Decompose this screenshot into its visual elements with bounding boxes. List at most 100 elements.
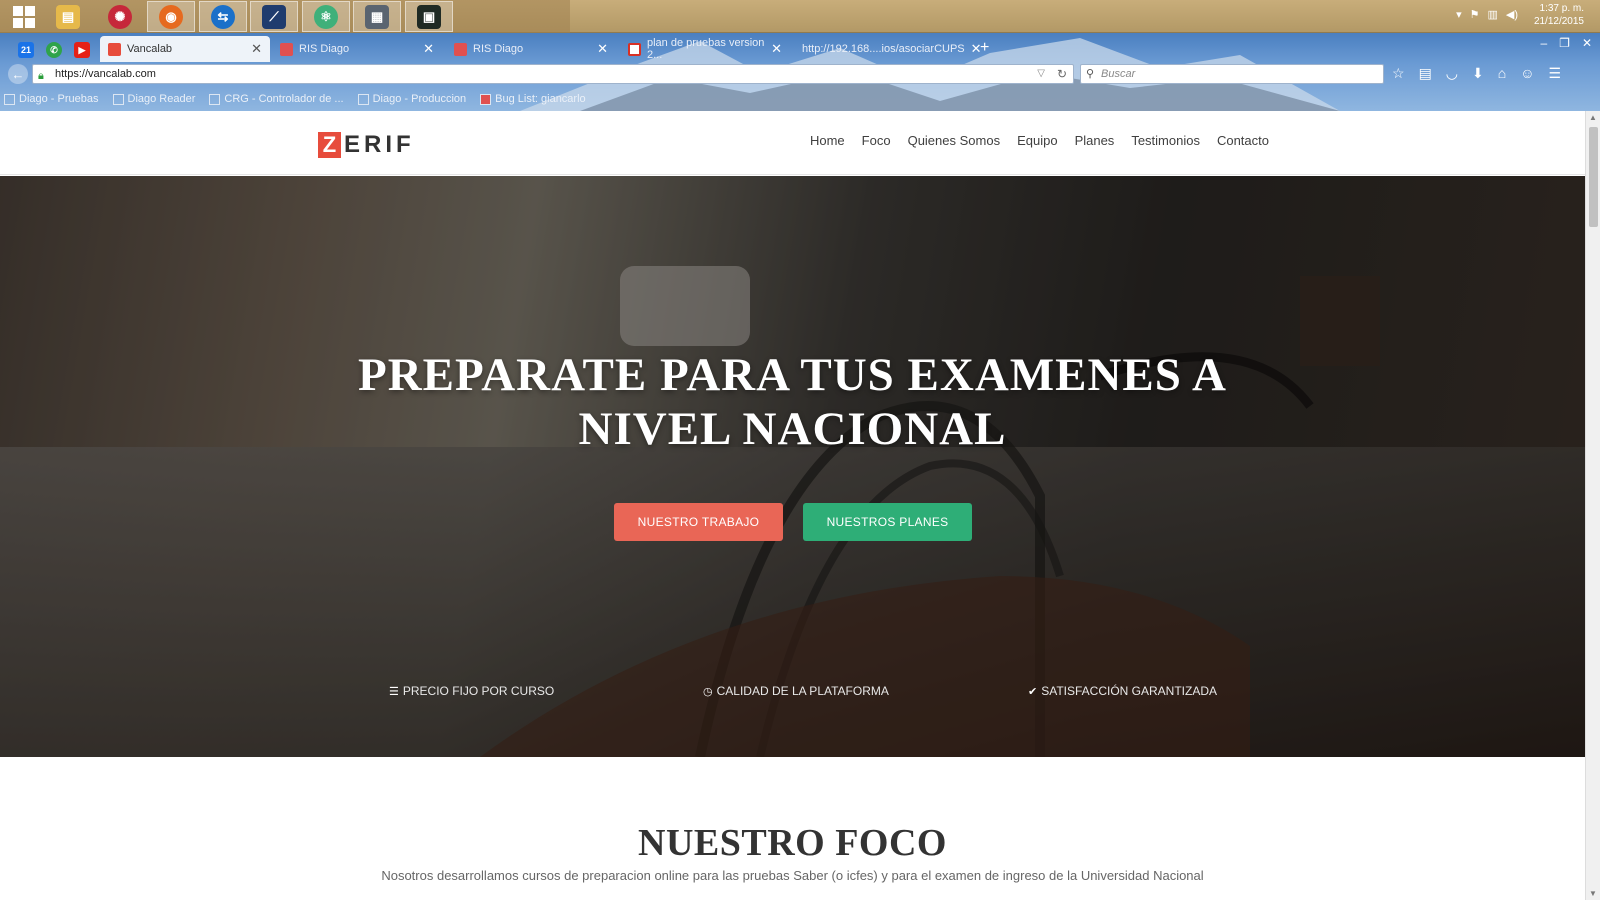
bookmarks-bar: Diago - Pruebas Diago Reader CRG - Contr… bbox=[0, 89, 1600, 109]
tab-ris-diago-2[interactable]: RIS Diago ✕ bbox=[446, 36, 616, 62]
bookmark-star-icon[interactable]: ☆ bbox=[1392, 65, 1405, 82]
code-editor-icon: ⟋ bbox=[262, 4, 286, 29]
menu-item-testimonios[interactable]: Testimonios bbox=[1131, 133, 1200, 148]
close-icon[interactable]: ✕ bbox=[251, 41, 262, 57]
taskbar-app-manager[interactable]: ▦ bbox=[353, 1, 401, 32]
close-window-icon[interactable]: ✕ bbox=[1582, 36, 1592, 50]
page-scrollbar[interactable]: ▲ ▼ bbox=[1585, 111, 1600, 900]
new-tab-button[interactable]: + bbox=[980, 39, 989, 57]
tray-flag-icon[interactable]: ⚑ bbox=[1470, 8, 1480, 21]
zerif-favicon-icon bbox=[108, 42, 121, 56]
bookmark-item[interactable]: Diago - Produccion bbox=[357, 93, 467, 105]
menu-item-equipo[interactable]: Equipo bbox=[1017, 133, 1057, 148]
teamviewer-icon: ⇆ bbox=[211, 4, 235, 29]
calendar-icon: 21 bbox=[20, 45, 31, 55]
site-header: Z ERIF Home Foco Quienes Somos Equipo Pl… bbox=[0, 111, 1585, 175]
page-icon bbox=[112, 93, 124, 105]
youtube-icon: ▶ bbox=[78, 44, 86, 55]
feature-label: PRECIO FIJO POR CURSO bbox=[402, 684, 555, 698]
close-icon[interactable]: ✕ bbox=[423, 41, 434, 57]
nuestros-planes-button[interactable]: NUESTROS PLANES bbox=[803, 503, 972, 541]
taskbar-teamviewer[interactable]: ⇆ bbox=[199, 1, 247, 32]
close-icon[interactable]: ✕ bbox=[597, 41, 608, 57]
bookmark-item[interactable]: Bug List: giancarlo bbox=[480, 93, 586, 105]
navigation-toolbar: ← 🔒︎ https://vancalab.com ▽ ↻ ⚲ Buscar ☆… bbox=[0, 62, 1600, 86]
reload-icon[interactable]: ↻ bbox=[1057, 65, 1067, 83]
system-tray: ▾ ⚑ ▥ ◀) bbox=[1456, 8, 1518, 21]
section-title: NUESTRO FOCO bbox=[638, 822, 947, 864]
tray-chevron-icon[interactable]: ▾ bbox=[1456, 8, 1462, 21]
tab-vancalab[interactable]: Vancalab ✕ bbox=[100, 36, 270, 62]
scroll-down-icon[interactable]: ▼ bbox=[1589, 889, 1597, 898]
folder-icon: ▤ bbox=[56, 4, 80, 29]
nuestro-trabajo-button[interactable]: NUESTRO TRABAJO bbox=[614, 503, 783, 541]
tab-plan-pruebas[interactable]: plan de pruebas version 2... ✕ bbox=[620, 36, 790, 62]
logo-letter: Z bbox=[318, 132, 341, 158]
tab-title: Vancalab bbox=[127, 43, 173, 55]
taskbar-clock[interactable]: 1:37 p. m. 21/12/2015 bbox=[1534, 2, 1584, 28]
bookmark-item[interactable]: Diago - Pruebas bbox=[4, 93, 99, 105]
tab-ris-diago-1[interactable]: RIS Diago ✕ bbox=[272, 36, 442, 62]
taskbar-app-vs[interactable]: ⟋ bbox=[250, 1, 298, 32]
pocket-icon[interactable]: ◡ bbox=[1446, 65, 1458, 82]
home-icon[interactable]: ⌂ bbox=[1498, 65, 1506, 82]
feature-calidad: ◷ CALIDAD DE LA PLATAFORMA bbox=[703, 684, 889, 698]
menu-icon[interactable]: ☰ bbox=[1549, 65, 1562, 82]
bookmark-label: Diago - Produccion bbox=[372, 93, 467, 105]
bookmark-item[interactable]: CRG - Controlador de ... bbox=[209, 93, 344, 105]
restore-icon[interactable]: ❐ bbox=[1559, 36, 1570, 50]
close-icon[interactable]: ✕ bbox=[771, 41, 782, 57]
reading-list-icon[interactable]: ▤ bbox=[1419, 65, 1432, 82]
windows-icon bbox=[13, 5, 35, 28]
bookmark-item[interactable]: Diago Reader bbox=[112, 93, 195, 105]
pinned-tab-youtube[interactable]: ▶ bbox=[74, 42, 90, 58]
taskbar-file-explorer[interactable]: ▤ bbox=[44, 1, 92, 32]
tray-volume-icon[interactable]: ◀) bbox=[1506, 8, 1518, 21]
scrollbar-thumb[interactable] bbox=[1589, 127, 1598, 227]
scroll-up-icon[interactable]: ▲ bbox=[1589, 113, 1597, 122]
search-input[interactable]: ⚲ Buscar bbox=[1080, 64, 1384, 84]
feature-label: CALIDAD DE LA PLATAFORMA bbox=[716, 684, 889, 698]
taskbar-terminal[interactable]: ▣ bbox=[405, 1, 453, 32]
menu-item-contacto[interactable]: Contacto bbox=[1217, 133, 1269, 148]
tab-title: RIS Diago bbox=[299, 43, 350, 55]
url-bar[interactable]: 🔒︎ https://vancalab.com ▽ ↻ bbox=[32, 64, 1074, 84]
site-logo[interactable]: Z ERIF bbox=[318, 131, 415, 159]
back-button[interactable]: ← bbox=[8, 64, 28, 84]
minimize-icon[interactable]: – bbox=[1540, 36, 1547, 50]
tab-asociar-cups[interactable]: http://192.168....ios/asociarCUPS ✕ bbox=[794, 36, 982, 62]
feature-precio: ☰ PRECIO FIJO POR CURSO bbox=[389, 684, 554, 698]
menu-item-home[interactable]: Home bbox=[810, 133, 845, 148]
menu-item-quienes-somos[interactable]: Quienes Somos bbox=[908, 133, 1001, 148]
plus-icon: + bbox=[980, 39, 990, 56]
section-subtitle: Nosotros desarrollamos cursos de prepara… bbox=[381, 868, 1204, 883]
menu-item-foco[interactable]: Foco bbox=[862, 133, 891, 148]
tray-network-icon[interactable]: ▥ bbox=[1487, 8, 1497, 21]
pinned-tab-calendar[interactable]: 21 bbox=[18, 42, 34, 58]
web-page: Z ERIF Home Foco Quienes Somos Equipo Pl… bbox=[0, 111, 1585, 900]
taskbar-atom[interactable]: ⚛ bbox=[302, 1, 350, 32]
pinned-tab-whatsapp[interactable]: ✆ bbox=[46, 42, 62, 58]
tab-title: plan de pruebas version 2... bbox=[647, 37, 765, 61]
chat-icon[interactable]: ☺ bbox=[1520, 65, 1534, 82]
taskbar-app-red[interactable]: ✺ bbox=[96, 1, 144, 32]
hero-title-line2: NIVEL NACIONAL bbox=[578, 403, 1007, 455]
menu-item-planes[interactable]: Planes bbox=[1075, 133, 1115, 148]
clock-icon: ◷ bbox=[703, 685, 713, 698]
hero-title-line1: PREPARATE PARA TUS EXAMENES A bbox=[357, 349, 1227, 401]
url-text: https://vancalab.com bbox=[55, 68, 156, 80]
hero-overlay bbox=[0, 176, 1585, 757]
clock-time: 1:37 p. m. bbox=[1539, 3, 1584, 14]
page-icon bbox=[4, 93, 15, 105]
start-button[interactable] bbox=[0, 1, 48, 32]
app-red-icon: ✺ bbox=[108, 4, 132, 29]
dropdown-icon[interactable]: ▽ bbox=[1037, 65, 1045, 83]
taskbar-firefox[interactable]: ◉ bbox=[147, 1, 195, 32]
check-icon: ✔ bbox=[1028, 685, 1038, 698]
search-icon: ⚲ bbox=[1086, 68, 1095, 80]
ris-favicon-icon bbox=[280, 42, 293, 56]
search-placeholder: Buscar bbox=[1101, 68, 1136, 80]
page-icon bbox=[357, 93, 369, 105]
download-icon[interactable]: ⬇ bbox=[1472, 65, 1484, 82]
gmail-icon bbox=[628, 42, 641, 56]
